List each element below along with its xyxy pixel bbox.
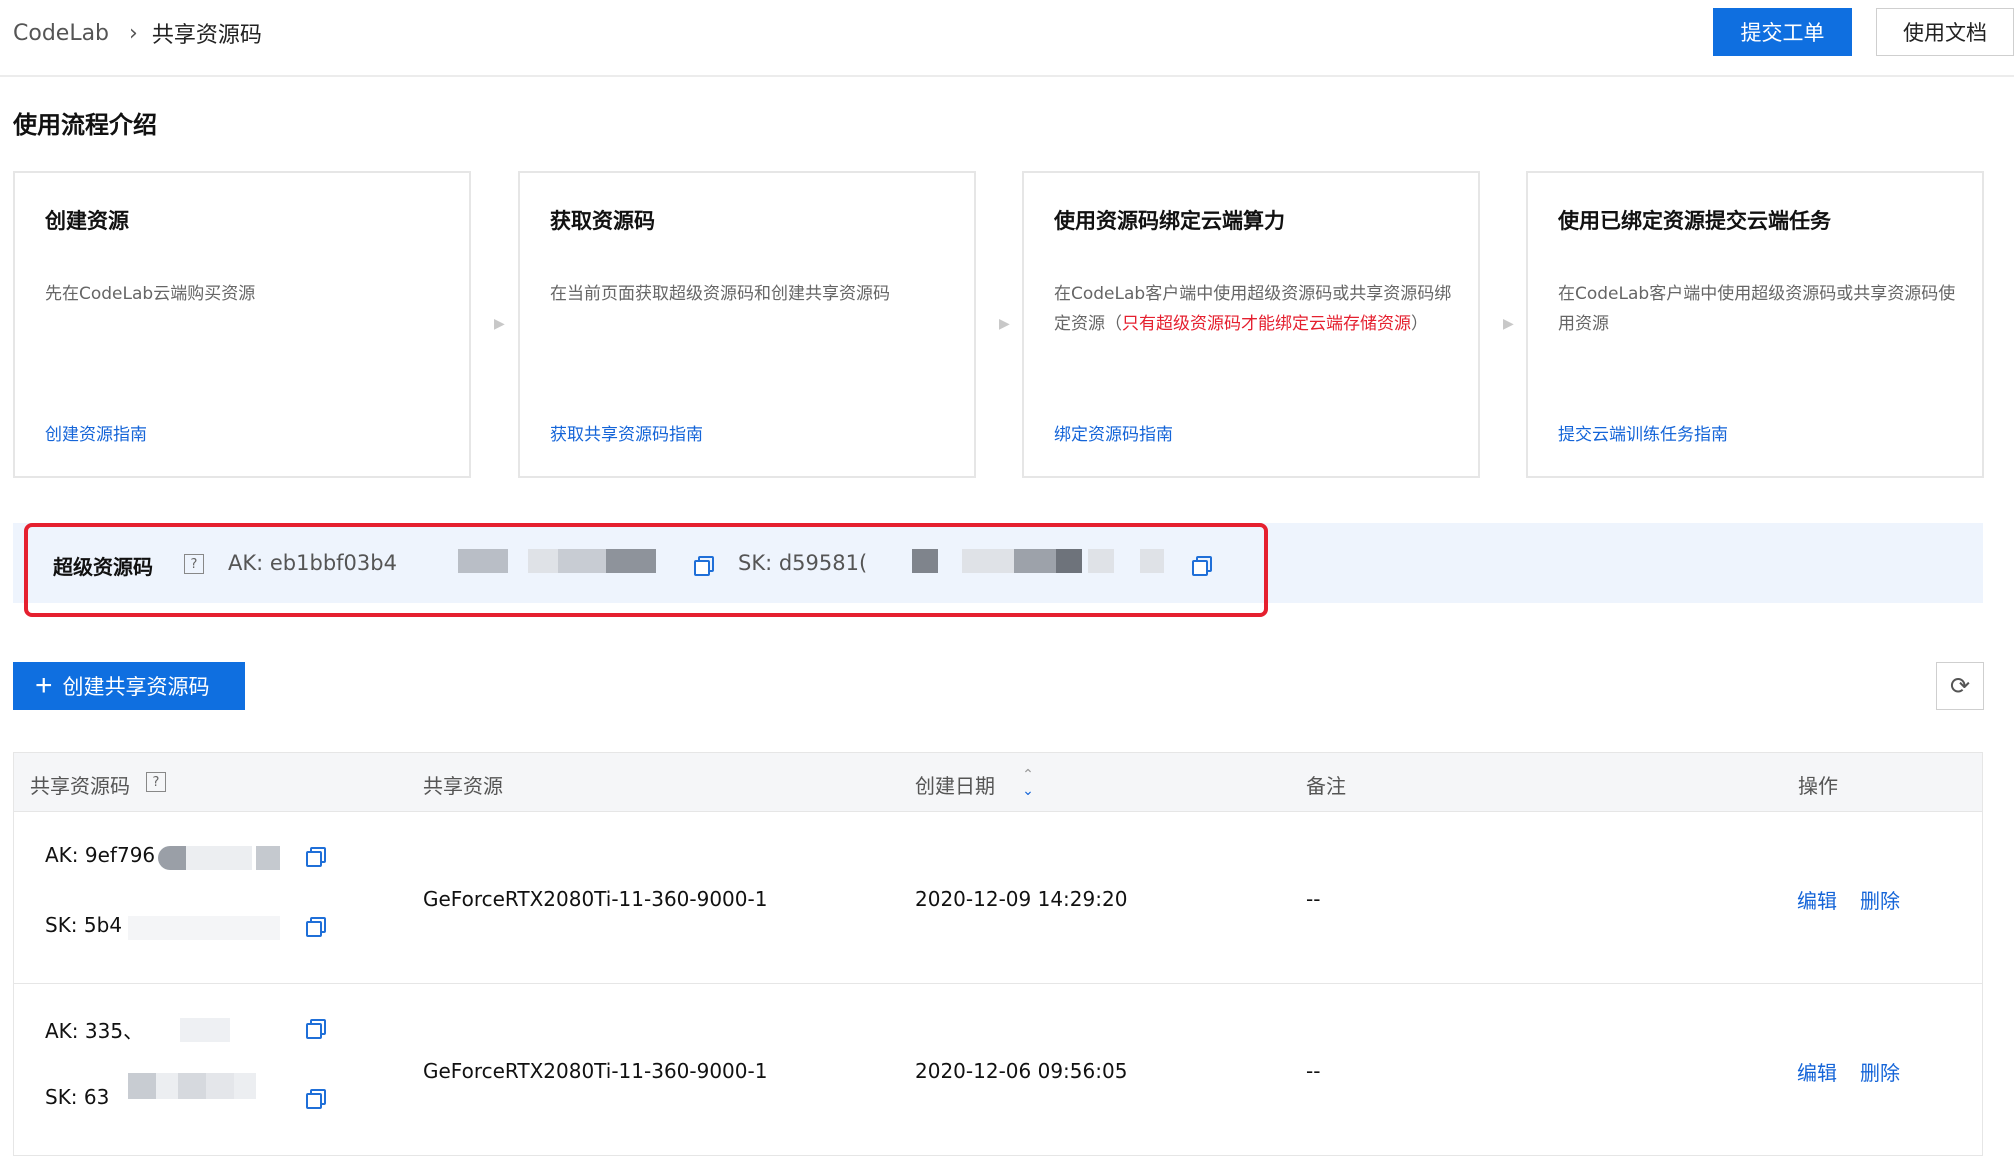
- edit-button[interactable]: 编辑: [1797, 1057, 1837, 1086]
- breadcrumb-current: 共享资源码: [151, 23, 262, 48]
- masked-region: [870, 549, 1170, 573]
- arrow-right-icon: ▶: [999, 316, 1010, 332]
- row-ak-value: AK: 335、: [45, 1019, 144, 1043]
- step-title: 获取资源码: [550, 209, 655, 233]
- step-card-submit-task: 使用已绑定资源提交云端任务 在CodeLab客户端中使用超级资源码或共享资源码使…: [1526, 171, 1984, 478]
- row-sk-value: SK: 63: [45, 1085, 110, 1109]
- step-desc: 在当前页面获取超级资源码和创建共享资源码: [550, 284, 890, 304]
- step-title: 使用资源码绑定云端算力: [1054, 209, 1285, 233]
- breadcrumb: CodeLab › 共享资源码: [13, 17, 262, 49]
- step-desc: 在CodeLab客户端中使用超级资源码或共享资源码使用资源: [1558, 284, 1956, 334]
- step-guide-link[interactable]: 获取共享资源码指南: [550, 420, 703, 445]
- copy-icon[interactable]: [1192, 556, 1212, 576]
- row-resource: GeForceRTX2080Ti-11-360-9000-1: [423, 1059, 768, 1083]
- row-date: 2020-12-09 14:29:20: [915, 887, 1128, 911]
- step-card-get-code: 获取资源码 在当前页面获取超级资源码和创建共享资源码 获取共享资源码指南: [518, 171, 976, 478]
- delete-button[interactable]: 删除: [1860, 885, 1900, 914]
- help-icon[interactable]: ?: [146, 772, 166, 792]
- arrow-right-icon: ▶: [494, 316, 505, 332]
- breadcrumb-root-link[interactable]: CodeLab: [13, 21, 109, 46]
- row-ak-value: AK: 9ef796: [45, 843, 156, 867]
- column-header-code: 共享资源码: [30, 774, 130, 798]
- row-note: --: [1306, 887, 1321, 911]
- step-guide-link[interactable]: 提交云端训练任务指南: [1558, 420, 1728, 445]
- step-card-bind: 使用资源码绑定云端算力 在CodeLab客户端中使用超级资源码或共享资源码绑定资…: [1022, 171, 1480, 478]
- masked-region: [128, 916, 288, 940]
- masked-region: [410, 549, 660, 573]
- step-guide-link[interactable]: 创建资源指南: [45, 420, 147, 445]
- table-header: [13, 752, 1983, 812]
- masked-region: [180, 1018, 280, 1042]
- step-title: 使用已绑定资源提交云端任务: [1558, 209, 1831, 233]
- arrow-right-icon: ▶: [1503, 316, 1514, 332]
- copy-icon[interactable]: [306, 1019, 326, 1039]
- create-shared-code-button[interactable]: + 创建共享资源码: [13, 662, 245, 710]
- copy-icon[interactable]: [306, 847, 326, 867]
- super-sk-value: SK: d59581(: [738, 551, 868, 575]
- column-header-resource: 共享资源: [423, 774, 503, 798]
- row-resource: GeForceRTX2080Ti-11-360-9000-1: [423, 887, 768, 911]
- step-title: 创建资源: [45, 209, 129, 233]
- column-header-date[interactable]: 创建日期: [915, 770, 995, 799]
- help-icon[interactable]: ?: [184, 554, 204, 574]
- plus-icon: +: [35, 669, 53, 702]
- step-desc-end: ）: [1411, 314, 1428, 334]
- masked-region: [158, 846, 282, 870]
- step-desc-warning: 只有超级资源码才能绑定云端存储资源: [1122, 314, 1411, 334]
- column-header-ops: 操作: [1798, 774, 1838, 798]
- docs-button[interactable]: 使用文档: [1876, 8, 2014, 56]
- super-ak-value: AK: eb1bbf03b4: [228, 551, 397, 575]
- copy-icon[interactable]: [306, 917, 326, 937]
- super-key-label: 超级资源码: [53, 555, 153, 579]
- edit-button[interactable]: 编辑: [1797, 885, 1837, 914]
- row-date: 2020-12-06 09:56:05: [915, 1059, 1128, 1083]
- create-shared-code-label: 创建共享资源码: [62, 676, 210, 699]
- row-note: --: [1306, 1059, 1321, 1083]
- sort-icon[interactable]: ⌃ ⌄: [1018, 768, 1038, 802]
- step-desc: 在CodeLab客户端中使用超级资源码或共享资源码绑定资源（只有超级资源码才能绑…: [1054, 279, 1454, 339]
- copy-icon[interactable]: [306, 1089, 326, 1109]
- step-desc: 先在CodeLab云端购买资源: [45, 284, 256, 304]
- copy-icon[interactable]: [694, 556, 714, 576]
- top-header: CodeLab › 共享资源码 提交工单 使用文档: [0, 0, 2014, 77]
- refresh-icon[interactable]: ⟳: [1936, 662, 1984, 710]
- column-header-note: 备注: [1306, 774, 1346, 798]
- submit-ticket-button[interactable]: 提交工单: [1713, 8, 1852, 56]
- masked-region: [128, 1073, 268, 1099]
- section-title: 使用流程介绍: [13, 111, 157, 139]
- row-sk-value: SK: 5b4: [45, 913, 123, 937]
- step-card-create: 创建资源 先在CodeLab云端购买资源 创建资源指南: [13, 171, 471, 478]
- step-guide-link[interactable]: 绑定资源码指南: [1054, 420, 1173, 445]
- delete-button[interactable]: 删除: [1860, 1057, 1900, 1086]
- chevron-right-icon: ›: [129, 20, 138, 46]
